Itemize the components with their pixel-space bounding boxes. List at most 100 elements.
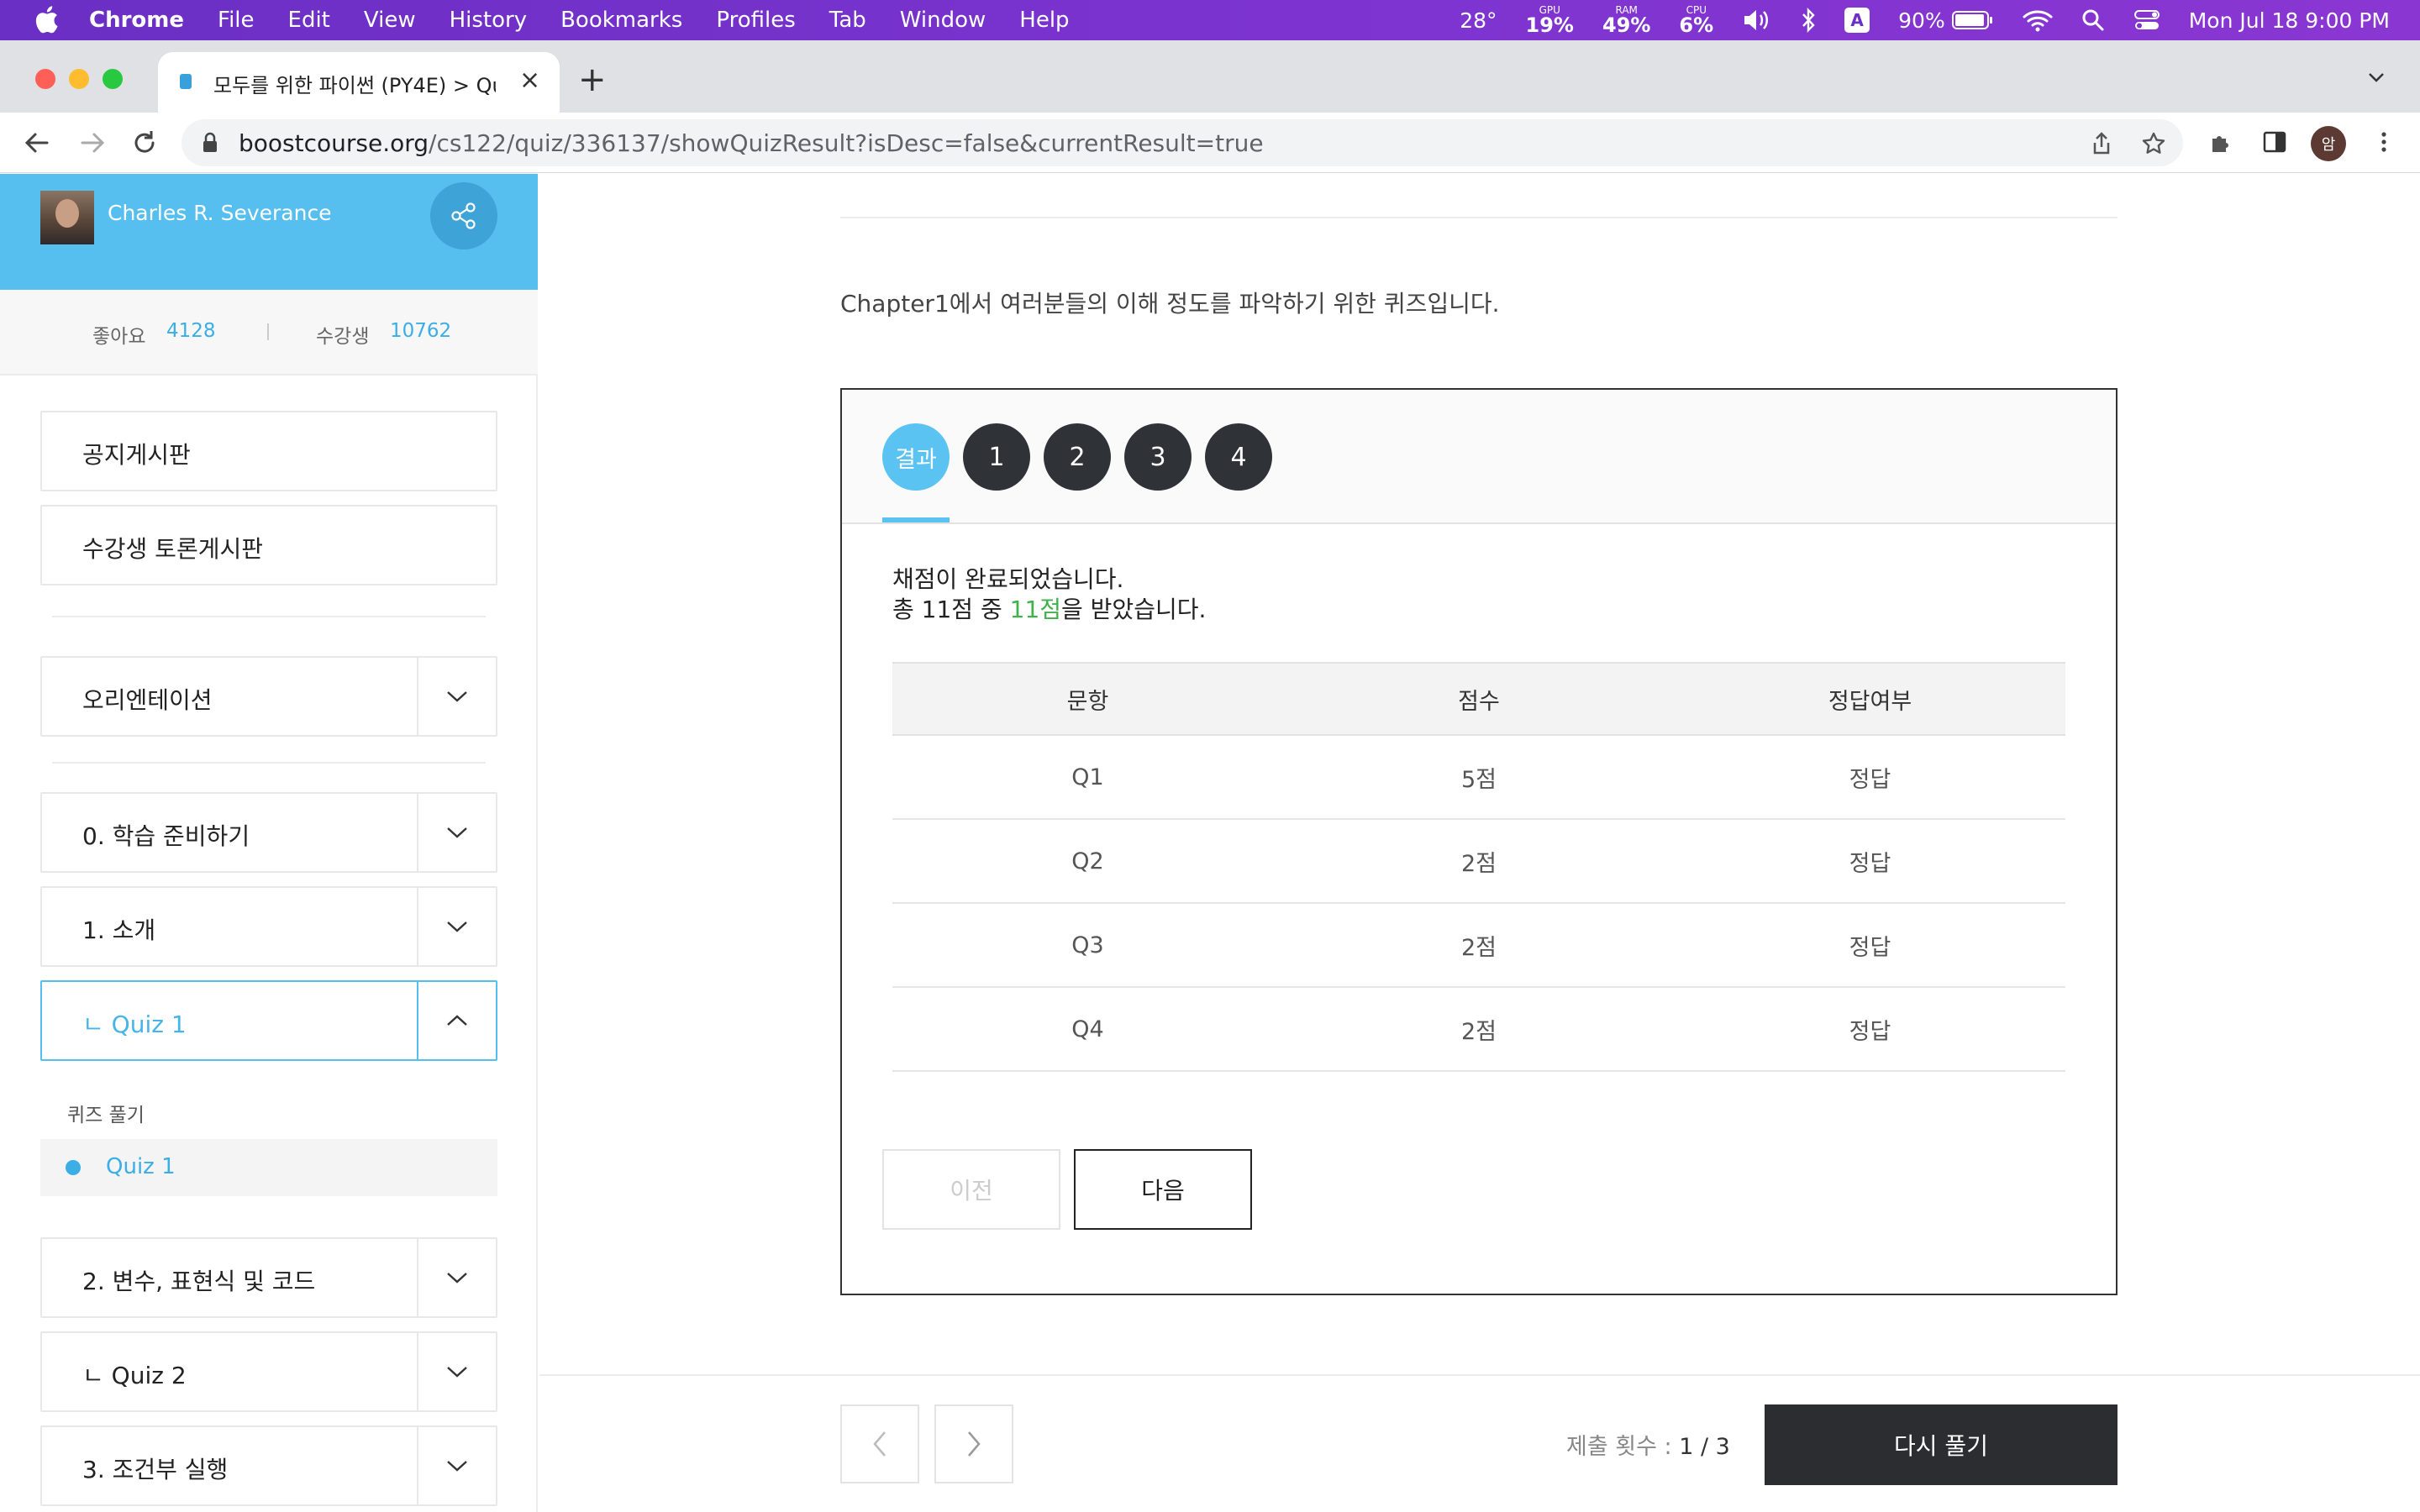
footer-divider (539, 1374, 2420, 1376)
cpu-monitor[interactable]: CPU 6% (1679, 5, 1713, 35)
sidebar-item-section-3[interactable]: 3. 조건부 실행 (40, 1425, 497, 1506)
address-bar[interactable]: boostcourse.org/cs122/quiz/336137/showQu… (182, 119, 2183, 166)
extensions-puzzle-icon[interactable] (2208, 129, 2233, 155)
sub-item-quiz-1[interactable]: Quiz 1 (40, 1139, 497, 1196)
sidebar-item-label: 수강생 토론게시판 (82, 535, 263, 563)
expand-toggle[interactable] (417, 1239, 496, 1316)
active-tab-indicator (882, 517, 950, 522)
sidebar-item-notice-board[interactable]: 공지게시판 (40, 411, 497, 491)
sidebar-item-quiz-1[interactable]: ㄴ Quiz 1 (40, 980, 497, 1061)
expand-toggle[interactable] (417, 888, 496, 965)
students-label: 수강생 (316, 326, 370, 348)
submission-count: 제출 횟수 : 1 / 3 (1566, 1434, 1730, 1460)
likes-count: 4128 (166, 320, 216, 342)
reload-icon[interactable] (128, 126, 161, 160)
forward-arrow-icon[interactable] (76, 126, 109, 160)
expand-toggle[interactable] (417, 658, 496, 735)
chevron-right-icon (968, 1431, 981, 1457)
menu-tab[interactable]: Tab (829, 8, 866, 33)
menu-profiles[interactable]: Profiles (716, 8, 795, 33)
cell-correct: 정답 (1675, 903, 2065, 988)
bookmark-star-icon[interactable] (2141, 131, 2166, 156)
tab-question-4[interactable]: 4 (1205, 423, 1272, 491)
tab-question-3[interactable]: 3 (1124, 423, 1192, 491)
menubar-clock[interactable]: Mon Jul 18 9:00 PM (2189, 8, 2390, 33)
tab-question-2[interactable]: 2 (1044, 423, 1111, 491)
share-button[interactable] (430, 182, 497, 249)
chevron-down-icon (447, 1367, 467, 1378)
sidebar-item-orientation[interactable]: 오리엔테이션 (40, 656, 497, 737)
window-minimize-button[interactable] (69, 69, 89, 89)
lock-icon[interactable] (202, 132, 218, 154)
side-panel-icon[interactable] (2262, 129, 2287, 155)
menu-view[interactable]: View (364, 8, 416, 33)
cell-score: 2점 (1283, 819, 1675, 904)
menu-help[interactable]: Help (1019, 8, 1069, 33)
window-close-button[interactable] (35, 69, 55, 89)
tab-search-chevron-icon[interactable] (2366, 67, 2386, 87)
control-center-icon[interactable] (2133, 8, 2160, 32)
chevron-left-icon (873, 1431, 886, 1457)
tab-result[interactable]: 결과 (882, 423, 950, 491)
share-icon (451, 202, 476, 229)
sidebar-item-label: 3. 조건부 실행 (82, 1456, 229, 1483)
sidebar-item-discussion-board[interactable]: 수강생 토론게시판 (40, 505, 497, 585)
apple-icon[interactable] (34, 5, 59, 34)
menu-file[interactable]: File (218, 8, 255, 33)
bluetooth-icon[interactable] (1801, 8, 1816, 33)
back-arrow-icon[interactable] (20, 126, 54, 160)
expand-toggle[interactable] (417, 1427, 496, 1504)
menu-window[interactable]: Window (900, 8, 986, 33)
quiz-result-panel: 결과 1 2 3 4 채점이 완료되었습니다. 총 11점 중 11점을 받았습… (840, 388, 2118, 1295)
menu-bookmarks[interactable]: Bookmarks (560, 8, 682, 33)
new-tab-button[interactable]: + (578, 60, 607, 99)
input-source-icon[interactable]: A (1844, 8, 1870, 33)
tab-close-icon[interactable]: × (519, 66, 540, 95)
gpu-monitor[interactable]: GPU 19% (1526, 5, 1574, 35)
expand-toggle[interactable] (417, 794, 496, 871)
previous-button[interactable]: 이전 (882, 1149, 1060, 1230)
sidebar-item-section-0[interactable]: 0. 학습 준비하기 (40, 792, 497, 873)
battery-percent[interactable]: 90% (1898, 8, 1945, 33)
instructor-card: Charles R. Severance (0, 174, 538, 290)
kebab-menu-icon[interactable] (2371, 129, 2396, 155)
sidebar-item-section-1[interactable]: 1. 소개 (40, 886, 497, 967)
window-zoom-button[interactable] (103, 69, 123, 89)
column-header-question: 문항 (892, 662, 1283, 736)
sidebar-item-quiz-2[interactable]: ㄴ Quiz 2 (40, 1331, 497, 1412)
collapse-toggle[interactable] (417, 982, 496, 1059)
url-text[interactable]: boostcourse.org/cs122/quiz/336137/showQu… (239, 129, 1264, 157)
table-row: Q1 5점 정답 (892, 735, 2065, 820)
cell-correct: 정답 (1675, 987, 2065, 1072)
next-button[interactable]: 다음 (1074, 1149, 1252, 1230)
volume-icon[interactable] (1742, 8, 1772, 32)
cell-question: Q1 (892, 735, 1283, 820)
expand-toggle[interactable] (417, 1333, 496, 1410)
weather-temperature[interactable]: 28° (1460, 8, 1497, 33)
previous-page-button[interactable] (840, 1404, 919, 1483)
ram-monitor[interactable]: RAM 49% (1602, 5, 1650, 35)
sub-heading: 퀴즈 풀기 (67, 1105, 145, 1126)
menu-app-chrome[interactable]: Chrome (89, 8, 184, 33)
tab-question-1[interactable]: 1 (963, 423, 1030, 491)
sidebar-item-label: 1. 소개 (82, 916, 156, 944)
sidebar-item-label: 오리엔테이션 (82, 686, 213, 714)
spotlight-search-icon[interactable] (2081, 8, 2105, 32)
cell-correct: 정답 (1675, 819, 2065, 904)
column-header-correct: 정답여부 (1675, 662, 2065, 736)
battery-icon[interactable] (1951, 10, 1994, 30)
next-page-button[interactable] (934, 1404, 1013, 1483)
menu-history[interactable]: History (450, 8, 528, 33)
sidebar-item-section-2[interactable]: 2. 변수, 표현식 및 코드 (40, 1237, 497, 1318)
menu-edit[interactable]: Edit (288, 8, 330, 33)
retry-quiz-button[interactable]: 다시 풀기 (1765, 1404, 2118, 1485)
instructor-photo (40, 191, 94, 244)
chevron-down-icon (447, 921, 467, 932)
share-page-icon[interactable] (2089, 131, 2114, 156)
browser-tab-active[interactable]: 모두를 위한 파이썬 (PY4E) > Quiz × (158, 52, 560, 113)
result-score-text: 총 11점 중 11점을 받았습니다. (892, 596, 1207, 623)
wifi-icon[interactable] (2023, 8, 2053, 32)
result-complete-text: 채점이 완료되었습니다. (892, 565, 1124, 593)
profile-avatar[interactable]: 암 (2311, 126, 2346, 161)
instructor-name[interactable]: Charles R. Severance (108, 201, 332, 225)
